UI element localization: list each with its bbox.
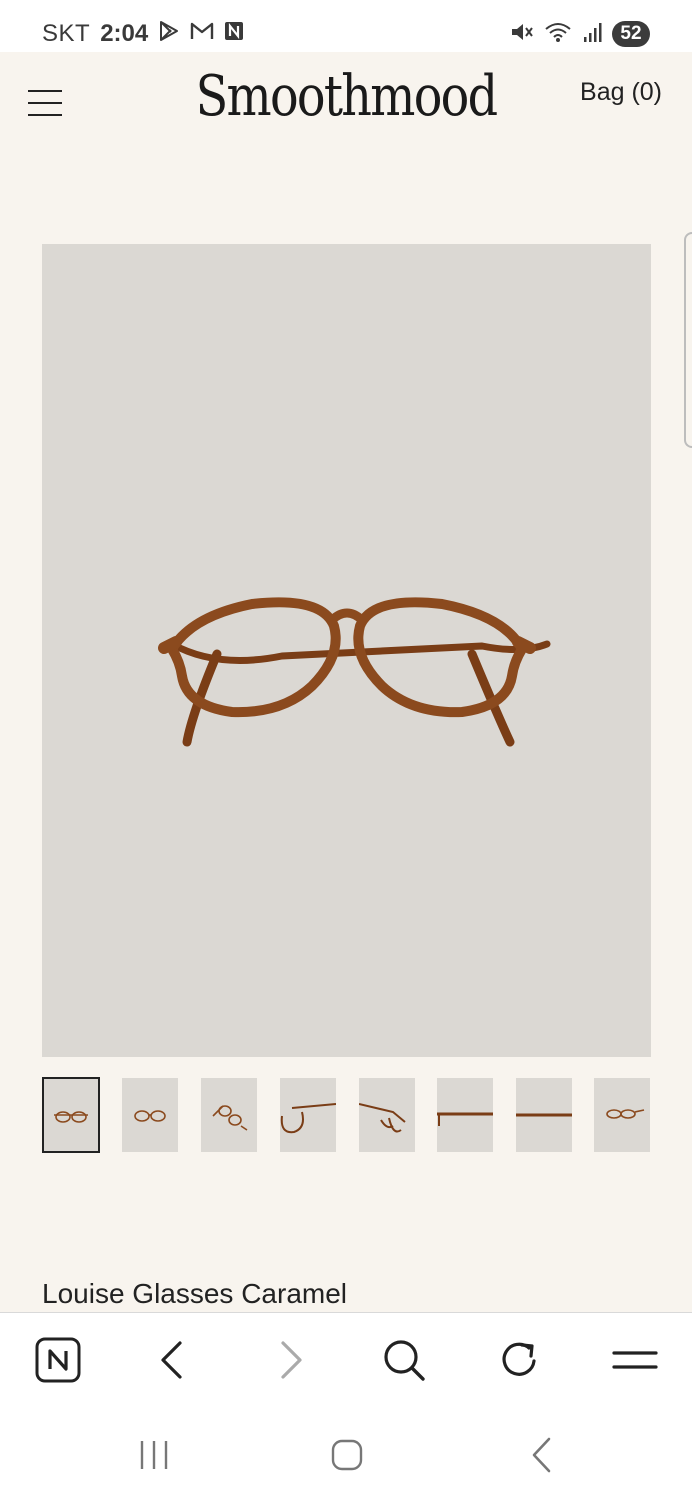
home-icon[interactable] (325, 1435, 369, 1475)
wifi-icon (544, 21, 572, 48)
clock: 2:04 (100, 20, 149, 47)
product-main-image[interactable] (42, 244, 651, 1057)
signal-icon (582, 21, 602, 48)
search-icon[interactable] (379, 1335, 429, 1385)
thumbnail-2[interactable] (122, 1078, 178, 1152)
thumbnail-5[interactable] (359, 1078, 415, 1152)
thumbnail-3[interactable] (201, 1078, 257, 1152)
carrier-label: SKT (42, 20, 91, 47)
browser-menu-icon[interactable] (610, 1335, 660, 1385)
thumbnail-strip (42, 1077, 651, 1153)
gmail-icon (190, 20, 214, 48)
status-bar: SKT 2:04 52 (0, 0, 692, 52)
thumbnail-6[interactable] (437, 1078, 493, 1152)
browser-toolbar (0, 1312, 692, 1408)
status-right: 52 (510, 20, 650, 48)
recent-apps-icon[interactable] (132, 1435, 176, 1475)
glasses-illustration (158, 597, 551, 747)
thumbnail-4[interactable] (280, 1078, 336, 1152)
thumbnail-1[interactable] (42, 1077, 100, 1153)
site-header: Smoothmood Bag (0) (0, 52, 692, 162)
naver-home-icon[interactable] (33, 1335, 83, 1385)
nav-back-icon[interactable] (520, 1435, 564, 1475)
scroll-indicator[interactable] (684, 232, 692, 448)
product-title: Louise Glasses Caramel (42, 1278, 348, 1309)
status-left: SKT 2:04 (42, 19, 244, 49)
thumbnail-7[interactable] (516, 1078, 572, 1152)
battery-badge: 52 (612, 21, 650, 47)
forward-icon[interactable] (265, 1335, 315, 1385)
back-icon[interactable] (148, 1335, 198, 1385)
thumbnail-8[interactable] (594, 1078, 650, 1152)
system-nav-bar (0, 1407, 692, 1500)
play-store-icon (158, 20, 180, 49)
brand-logo[interactable]: Smoothmood (52, 64, 640, 129)
refresh-icon[interactable] (494, 1335, 544, 1385)
bag-link[interactable]: Bag (0) (580, 78, 662, 107)
mute-icon (510, 21, 534, 48)
naver-icon (224, 20, 244, 48)
